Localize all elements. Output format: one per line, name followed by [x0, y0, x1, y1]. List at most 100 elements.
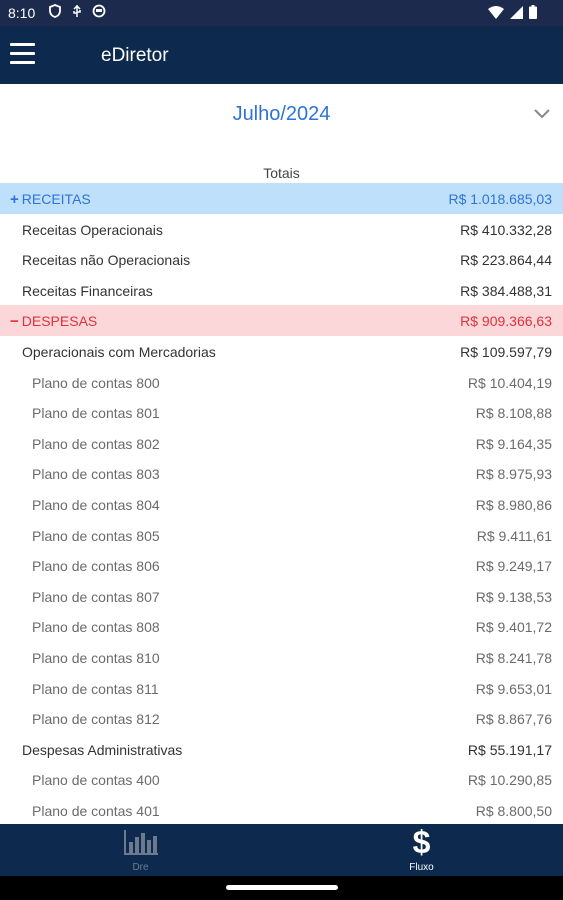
row-value: R$ 9.401,72: [475, 619, 552, 636]
row-value: R$ 1.018.685,03: [448, 191, 552, 207]
row-value: R$ 9.411,61: [476, 527, 552, 544]
account-row: Plano de contas 803 R$ 8.975,93: [0, 458, 563, 489]
row-label-text: Receitas não Operacionais: [22, 252, 191, 269]
row-label: Plano de contas 810: [32, 650, 160, 666]
row-label-text: Plano de contas 805: [32, 527, 160, 544]
row-label-text: DESPESAS: [21, 313, 98, 330]
row-label-text: Plano de contas 804: [32, 496, 160, 513]
expand-icon: +: [10, 191, 19, 208]
row-value: R$ 109.597,79: [460, 343, 552, 360]
row-label: Plano de contas 807: [32, 589, 160, 605]
row-value: R$ 909.366,63: [460, 313, 552, 330]
account-row: Plano de contas 805 R$ 9.411,61: [0, 520, 563, 551]
row-label-text: RECEITAS: [21, 191, 91, 207]
row-value: R$ 8.241,78: [475, 649, 552, 666]
app-bar: eDiretor: [0, 26, 563, 84]
row-label: Plano de contas 801: [32, 405, 160, 421]
row-label-text: Receitas Financeiras: [22, 282, 153, 299]
account-row: Plano de contas 804 R$ 8.980,86: [0, 489, 563, 520]
row-label-text: Plano de contas 808: [32, 619, 160, 636]
row-label: Plano de contas 401: [32, 803, 160, 819]
selected-month: Julho/2024: [232, 103, 331, 125]
row-label: Receitas Financeiras: [22, 283, 153, 299]
row-label-text: Plano de contas 802: [32, 435, 160, 452]
category-row-receitas[interactable]: + RECEITAS R$ 1.018.685,03: [0, 183, 563, 214]
subcategory-row: Despesas Administrativas R$ 55.191,17: [0, 734, 563, 765]
nav-fluxo[interactable]: $ Fluxo: [281, 824, 562, 876]
row-label: + RECEITAS: [10, 191, 91, 208]
row-label-text: Plano de contas 801: [32, 405, 160, 422]
row-value: R$ 9.138,53: [475, 588, 552, 605]
row-label: Despesas Administrativas: [22, 742, 182, 758]
row-value: R$ 223.864,44: [460, 252, 552, 269]
category-row-despesas[interactable]: − DESPESAS R$ 909.366,63: [0, 305, 563, 336]
row-label-text: Plano de contas 807: [32, 588, 160, 605]
account-row: Plano de contas 812 R$ 8.867,76: [0, 703, 563, 734]
row-label-text: Despesas Administrativas: [22, 741, 183, 758]
row-value: R$ 8.867,76: [475, 711, 552, 728]
wifi-icon: [488, 5, 504, 19]
status-bar: 8:10: [0, 0, 563, 26]
row-value: R$ 8.975,93: [475, 466, 552, 483]
account-row: Plano de contas 801 R$ 8.108,88: [0, 397, 563, 428]
status-time: 8:10: [8, 5, 36, 21]
row-value: R$ 8.800,50: [475, 802, 552, 819]
menu-button[interactable]: [10, 43, 36, 65]
nav-fluxo-label: Fluxo: [409, 862, 434, 873]
notification-icons: [48, 4, 106, 18]
row-label: Plano de contas 802: [32, 436, 160, 452]
gesture-handle[interactable]: [226, 885, 338, 890]
shield-icon: [49, 4, 61, 18]
hamburger-icon-line: [10, 52, 35, 55]
row-label: Plano de contas 806: [32, 558, 160, 574]
subcategory-row: Receitas não Operacionais R$ 223.864,44: [0, 244, 563, 275]
row-label: Plano de contas 803: [32, 466, 160, 482]
row-label-text: Plano de contas 810: [32, 649, 160, 666]
row-value: R$ 8.980,86: [475, 496, 552, 513]
account-row: Plano de contas 811 R$ 9.653,01: [0, 673, 563, 704]
account-row: Plano de contas 808 R$ 9.401,72: [0, 611, 563, 642]
subcategory-row: Receitas Financeiras R$ 384.488,31: [0, 275, 563, 306]
totals-header: Totais: [263, 165, 300, 181]
dollar-icon: $: [412, 824, 431, 860]
subcategory-row: Receitas Operacionais R$ 410.332,28: [0, 214, 563, 245]
row-label: Plano de contas 400: [32, 772, 160, 788]
account-row: Plano de contas 401 R$ 8.800,50: [0, 795, 563, 826]
hamburger-icon-line: [10, 61, 35, 64]
row-value: R$ 9.653,01: [475, 680, 552, 697]
row-label-text: Plano de contas 806: [32, 558, 160, 575]
bar-chart-icon: [124, 830, 158, 855]
row-label: Plano de contas 811: [32, 681, 159, 697]
row-label-text: Plano de contas 401: [32, 802, 160, 819]
row-label-text: Plano de contas 400: [32, 772, 160, 789]
account-row: Plano de contas 810 R$ 8.241,78: [0, 642, 563, 673]
month-selector[interactable]: Julho/2024: [0, 84, 563, 146]
row-value: R$ 8.108,88: [475, 405, 552, 422]
nav-dre[interactable]: Dre: [0, 824, 281, 876]
account-row: Plano de contas 806 R$ 9.249,17: [0, 550, 563, 581]
row-label: Receitas não Operacionais: [22, 252, 190, 268]
row-label-text: Plano de contas 812: [32, 711, 160, 728]
account-row: Plano de contas 400 R$ 10.290,85: [0, 764, 563, 795]
row-label-text: Plano de contas 803: [32, 466, 160, 483]
row-label: Plano de contas 805: [32, 528, 160, 544]
row-value: R$ 10.404,19: [467, 374, 552, 391]
row-value: R$ 9.164,35: [475, 435, 552, 452]
account-row: Plano de contas 807 R$ 9.138,53: [0, 581, 563, 612]
system-icons: [488, 5, 537, 19]
row-label-text: Plano de contas 800: [32, 374, 160, 391]
row-label-text: Receitas Operacionais: [22, 221, 163, 238]
row-label-text: Operacionais com Mercadorias: [22, 343, 216, 360]
subcategory-row: Operacionais com Mercadorias R$ 109.597,7…: [0, 336, 563, 367]
app-title: eDiretor: [101, 45, 169, 66]
row-label: − DESPESAS: [10, 313, 97, 330]
row-value: R$ 55.191,17: [467, 741, 552, 758]
bottom-navigation: Dre $ Fluxo: [0, 824, 563, 876]
chevron-down-icon: [534, 109, 550, 119]
row-label: Receitas Operacionais: [22, 222, 163, 238]
row-value: R$ 9.249,17: [475, 558, 552, 575]
account-row: Plano de contas 802 R$ 9.164,35: [0, 428, 563, 459]
nav-dre-label: Dre: [132, 862, 149, 873]
row-value: R$ 410.332,28: [460, 221, 552, 238]
account-row: Plano de contas 800 R$ 10.404,19: [0, 367, 563, 398]
